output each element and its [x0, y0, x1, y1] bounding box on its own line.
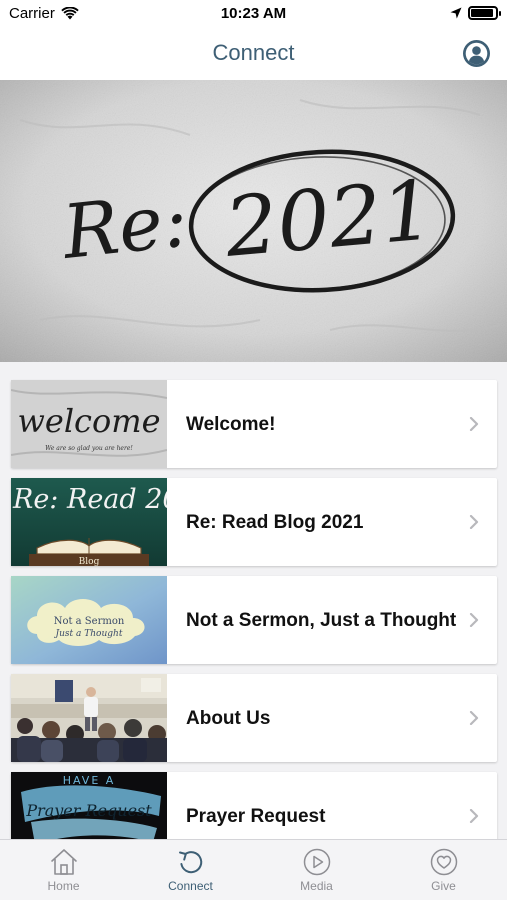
tab-home[interactable]: Home	[0, 840, 127, 900]
location-arrow-icon	[450, 7, 462, 19]
list-item-label: About Us	[186, 707, 271, 729]
not-a-sermon-thumb-subtitle: Just a Thought	[54, 629, 123, 639]
welcome-thumb-subtitle: We are so glad you are here!	[45, 445, 133, 452]
list-item-read-blog[interactable]: Re: Read 202 Blog Re: Read Blog 2021	[11, 478, 497, 566]
status-right-group	[450, 6, 501, 20]
tab-connect-label: Connect	[168, 879, 213, 893]
chevron-right-icon	[469, 613, 479, 627]
prayer-request-thumb-subtitle: Prayer Request	[25, 801, 152, 820]
page-title: Connect	[212, 40, 295, 65]
tab-give-label: Give	[431, 879, 456, 893]
profile-button[interactable]	[462, 39, 491, 68]
home-icon	[50, 849, 77, 875]
list-item-about-us[interactable]: About Us	[11, 674, 497, 762]
tab-give[interactable]: Give	[380, 840, 507, 900]
status-bar: Carrier 10:23 AM	[0, 0, 507, 28]
connect-icon	[178, 851, 202, 874]
tab-connect[interactable]: Connect	[127, 840, 254, 900]
about-us-thumbnail	[11, 674, 167, 762]
not-a-sermon-thumbnail: Not a Sermon Just a Thought	[11, 576, 167, 664]
list-item-not-a-sermon[interactable]: Not a Sermon Just a Thought Not a Sermon…	[11, 576, 497, 664]
list-item-label: Re: Read Blog 2021	[186, 511, 364, 533]
read-blog-thumbnail: Re: Read 202 Blog	[11, 478, 167, 566]
chevron-right-icon	[469, 515, 479, 529]
tab-bar: Home Connect Media Give	[0, 839, 507, 900]
hero-banner[interactable]: Re: 2021	[0, 80, 507, 362]
welcome-thumbnail: welcome We are so glad you are here!	[11, 380, 167, 468]
prayer-request-thumbnail: HAVE A Prayer Request	[11, 772, 167, 839]
play-circle-icon	[303, 848, 330, 876]
tab-home-label: Home	[47, 879, 80, 893]
list-item-welcome[interactable]: welcome We are so glad you are here! Wel…	[11, 380, 497, 468]
list-item-prayer-request[interactable]: HAVE A Prayer Request Prayer Request	[11, 772, 497, 839]
hero-text-year: 2021	[220, 163, 437, 276]
heart-circle-icon	[430, 848, 457, 876]
chevron-right-icon	[469, 417, 479, 431]
not-a-sermon-thumb-title: Not a Sermon	[54, 616, 125, 627]
tab-media[interactable]: Media	[253, 840, 380, 900]
welcome-thumb-title: welcome	[17, 402, 160, 440]
read-blog-thumb-subtitle: Blog	[79, 557, 100, 566]
hero-text-re: Re:	[57, 177, 192, 276]
battery-level	[471, 9, 493, 17]
prayer-request-thumb-title: HAVE A	[63, 774, 116, 787]
hero-image: Re: 2021	[0, 80, 507, 362]
status-time: 10:23 AM	[220, 5, 287, 22]
tab-media-label: Media	[300, 879, 333, 893]
list-item-label: Not a Sermon, Just a Thought	[186, 609, 457, 631]
read-blog-thumb-title: Re: Read 202	[12, 484, 167, 515]
profile-icon	[463, 40, 490, 67]
list-item-label: Welcome!	[186, 413, 276, 435]
battery-icon	[468, 6, 501, 20]
navigation-bar: Connect	[0, 28, 507, 80]
chevron-right-icon	[469, 809, 479, 823]
chevron-right-icon	[469, 711, 479, 725]
connect-list[interactable]: welcome We are so glad you are here! Wel…	[0, 362, 507, 839]
list-item-label: Prayer Request	[186, 805, 326, 827]
